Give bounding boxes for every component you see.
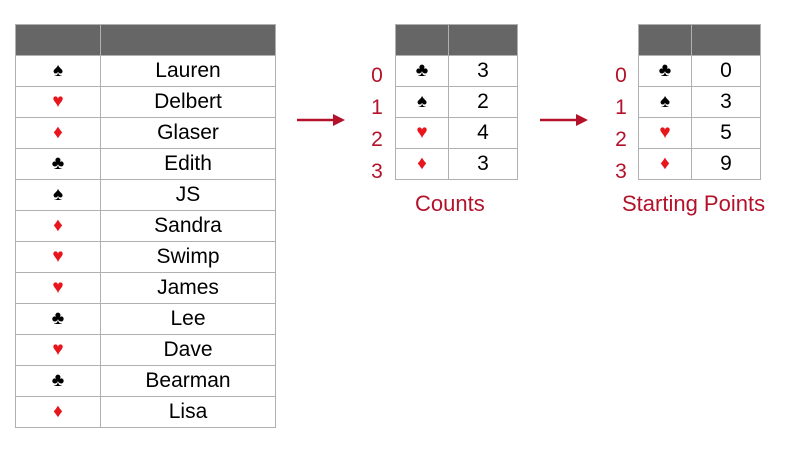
person-name: Lauren <box>100 55 276 87</box>
person-name: JS <box>100 179 276 211</box>
person-name: Lee <box>100 303 276 335</box>
value-cell: 9 <box>691 148 761 180</box>
value-cell: 2 <box>448 86 518 118</box>
table-row: ♠ 3 <box>638 86 761 118</box>
value-cell: 3 <box>691 86 761 118</box>
suit-symbol: ♠ <box>395 86 449 118</box>
suit-symbol: ♣ <box>395 55 449 87</box>
counts-caption: Counts <box>415 191 485 216</box>
table-row: ♥ Swimp <box>15 241 276 273</box>
person-name: Glaser <box>100 117 276 149</box>
person-name: James <box>100 272 276 304</box>
starts-header-row <box>638 24 761 56</box>
names-table: ♠ Lauren ♥ Delbert ♦ Glaser ♣ Edith ♠ JS ♦ Sandra ♥ S… <box>15 24 276 428</box>
table-row: ♦ 3 <box>395 148 518 180</box>
suit-symbol: ♥ <box>15 241 101 273</box>
table-row: ♠ 2 <box>395 86 518 118</box>
suit-symbol: ♣ <box>15 365 101 397</box>
table-row: ♥ 4 <box>395 117 518 149</box>
value-cell: 3 <box>448 148 518 180</box>
suit-symbol: ♠ <box>15 55 101 87</box>
table-row: ♦ Sandra <box>15 210 276 242</box>
suit-symbol: ♠ <box>15 179 101 211</box>
suit-symbol: ♣ <box>15 148 101 180</box>
row-index-label: 3 <box>371 160 383 183</box>
suit-symbol: ♠ <box>638 86 692 118</box>
row-index-label: 1 <box>615 96 627 119</box>
person-name: Swimp <box>100 241 276 273</box>
table-row: ♦ Lisa <box>15 396 276 428</box>
counts-header-row <box>395 24 518 56</box>
suit-symbol: ♥ <box>638 117 692 149</box>
table-row: ♠ Lauren <box>15 55 276 87</box>
names-header-row <box>15 24 276 56</box>
row-index-label: 2 <box>615 128 627 151</box>
suit-symbol: ♥ <box>15 272 101 304</box>
suit-symbol: ♥ <box>15 334 101 366</box>
arrow-right-icon <box>297 114 345 126</box>
person-name: Edith <box>100 148 276 180</box>
suit-symbol: ♦ <box>15 210 101 242</box>
value-cell: 3 <box>448 55 518 87</box>
row-index-label: 2 <box>371 128 383 151</box>
suit-column-header <box>15 24 101 56</box>
table-row: ♣ 3 <box>395 55 518 87</box>
person-name: Bearman <box>100 365 276 397</box>
table-row: ♣ Bearman <box>15 365 276 397</box>
suit-symbol: ♦ <box>638 148 692 180</box>
row-index-label: 0 <box>371 64 383 87</box>
starts-value-header <box>691 24 761 56</box>
suit-symbol: ♦ <box>15 117 101 149</box>
table-row: ♥ James <box>15 272 276 304</box>
table-row: ♦ Glaser <box>15 117 276 149</box>
table-row: ♥ 5 <box>638 117 761 149</box>
table-row: ♣ Lee <box>15 303 276 335</box>
value-cell: 4 <box>448 117 518 149</box>
suit-symbol: ♥ <box>395 117 449 149</box>
arrow-right-icon <box>540 114 588 126</box>
starts-suit-header <box>638 24 692 56</box>
suit-symbol: ♦ <box>395 148 449 180</box>
row-index-label: 3 <box>615 160 627 183</box>
starting-points-caption: Starting Points <box>622 191 766 216</box>
table-row: ♠ JS <box>15 179 276 211</box>
name-column-header <box>100 24 276 56</box>
person-name: Sandra <box>100 210 276 242</box>
table-row: ♦ 9 <box>638 148 761 180</box>
table-row: ♣ Edith <box>15 148 276 180</box>
counts-value-header <box>448 24 518 56</box>
starting-points-table: ♣ 0 ♠ 3 ♥ 5 ♦ 9 <box>638 24 761 180</box>
person-name: Delbert <box>100 86 276 118</box>
table-row: ♣ 0 <box>638 55 761 87</box>
table-row: ♥ Delbert <box>15 86 276 118</box>
value-cell: 5 <box>691 117 761 149</box>
value-cell: 0 <box>691 55 761 87</box>
counts-table: ♣ 3 ♠ 2 ♥ 4 ♦ 3 <box>395 24 518 180</box>
person-name: Dave <box>100 334 276 366</box>
counts-suit-header <box>395 24 449 56</box>
table-row: ♥ Dave <box>15 334 276 366</box>
suit-symbol: ♦ <box>15 396 101 428</box>
suit-symbol: ♥ <box>15 86 101 118</box>
row-index-label: 1 <box>371 96 383 119</box>
suit-symbol: ♣ <box>638 55 692 87</box>
person-name: Lisa <box>100 396 276 428</box>
suit-symbol: ♣ <box>15 303 101 335</box>
row-index-label: 0 <box>615 64 627 87</box>
